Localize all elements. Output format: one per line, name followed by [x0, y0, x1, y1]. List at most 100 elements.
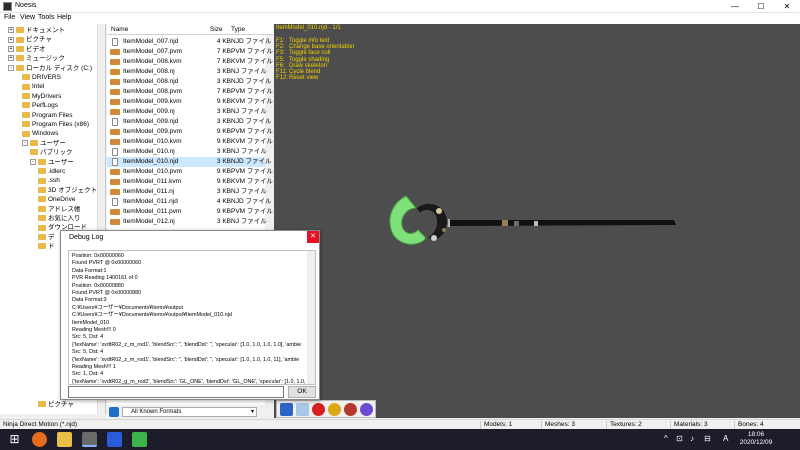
expand-toggle-icon[interactable]: -: [30, 158, 36, 165]
ime-indicator[interactable]: A: [723, 434, 728, 443]
help-key: F6:: [276, 62, 285, 69]
tree-item[interactable]: MyDrivers: [22, 92, 61, 101]
3d-viewport[interactable]: ItemModel_010.njd - 1/1 F1: Toggle info t…: [274, 24, 800, 418]
tree-item[interactable]: - ローカル ディスク (C:): [8, 64, 92, 73]
expand-toggle-icon[interactable]: -: [22, 140, 28, 147]
tree-item[interactable]: デ: [38, 233, 55, 242]
tree-item[interactable]: - ユーザー: [22, 139, 66, 148]
file-row[interactable]: ItemModel_011.njd 4 KB NJD ファイル: [107, 197, 271, 207]
close-button[interactable]: ✕: [774, 0, 800, 13]
file-row[interactable]: ItemModel_011.pvm 9 KB PVM ファイル: [107, 207, 273, 217]
explorer-icon[interactable]: [57, 432, 72, 447]
file-row[interactable]: ItemModel_008.pvm 7 KB PVM ファイル: [107, 87, 273, 97]
tree-item[interactable]: お気に入り: [38, 214, 81, 223]
column-type[interactable]: Type: [231, 26, 245, 33]
globe-icon[interactable]: [360, 403, 373, 416]
file-row[interactable]: ItemModel_010.pvm 9 KB PVM ファイル: [107, 167, 273, 177]
minimize-button[interactable]: —: [722, 0, 748, 13]
file-type: PVM ファイル: [231, 168, 273, 175]
file-row[interactable]: ItemModel_008.kvm 7 KB KVM ファイル: [107, 57, 273, 67]
info-icon[interactable]: [280, 403, 293, 416]
file-name: ItemModel_010.njd: [123, 158, 179, 165]
package-file-icon: [110, 209, 120, 215]
expand-toggle-icon[interactable]: +: [8, 36, 14, 43]
menu-help[interactable]: Help: [57, 14, 71, 21]
package-file-icon: [110, 219, 120, 225]
red-sphere-icon[interactable]: [312, 403, 325, 416]
column-size[interactable]: Size: [210, 26, 223, 33]
tree-item[interactable]: PerfLogs: [22, 101, 58, 110]
menu-view[interactable]: View: [20, 14, 35, 21]
clock-date: 2020/12/09: [739, 439, 773, 446]
tree-item[interactable]: OneDrive: [38, 195, 75, 204]
tree-item[interactable]: DRIVERS: [22, 73, 61, 82]
expand-toggle-icon[interactable]: -: [8, 64, 14, 71]
menu-tools[interactable]: Tools: [38, 14, 54, 21]
noesis-taskbar-icon[interactable]: [82, 432, 97, 447]
tree-item[interactable]: アドレス帳: [38, 205, 81, 214]
file-row[interactable]: ItemModel_011.kvm 9 KB KVM ファイル: [107, 177, 273, 187]
tree-item[interactable]: パブリック: [30, 148, 73, 157]
file-icon: [112, 38, 118, 46]
debug-command-input[interactable]: [68, 386, 284, 398]
editor-taskbar-icon[interactable]: [132, 432, 147, 447]
file-row[interactable]: ItemModel_009.njd 3 KB NJD ファイル: [107, 117, 271, 127]
tree-item[interactable]: ピクチャ: [38, 400, 74, 409]
file-row[interactable]: ItemModel_007.njd 4 KB NJD ファイル: [107, 37, 271, 47]
tray-volume-icon[interactable]: ♪: [690, 434, 694, 443]
file-row[interactable]: ItemModel_009.kvm 9 KB KVM ファイル: [107, 97, 273, 107]
tree-item[interactable]: Intel: [22, 82, 44, 91]
file-row[interactable]: ItemModel_011.nj 3 KB NJ ファイル: [107, 187, 267, 197]
file-size: 3 KB: [216, 68, 231, 75]
tree-item[interactable]: 3D オブジェクト: [38, 186, 97, 195]
ok-button[interactable]: OK: [288, 386, 316, 398]
tray-network-icon[interactable]: ⊟: [704, 434, 711, 443]
start-icon[interactable]: ⊞: [7, 432, 22, 447]
file-row[interactable]: ItemModel_012.nj 3 KB NJ ファイル: [107, 217, 267, 227]
tree-item[interactable]: - ユーザー: [30, 158, 74, 167]
tree-item[interactable]: + ピクチャ: [8, 35, 52, 44]
file-row[interactable]: ItemModel_009.nj 3 KB NJ ファイル: [107, 107, 267, 117]
tree-item[interactable]: Program Files: [22, 111, 72, 120]
file-row[interactable]: ItemModel_010.kvm 9 KB KVM ファイル: [107, 137, 273, 147]
dialog-title-bar[interactable]: Debug Log ✕: [61, 231, 319, 245]
tree-item[interactable]: .ssh: [38, 176, 60, 185]
expand-toggle-icon[interactable]: +: [8, 27, 14, 34]
folder-icon: [22, 130, 30, 137]
file-name: ItemModel_011.njd: [123, 198, 178, 205]
menu-file[interactable]: File: [4, 14, 15, 21]
firefox-icon[interactable]: [32, 432, 47, 447]
tree-item[interactable]: .idlerc: [38, 167, 65, 176]
tree-item[interactable]: ド: [38, 242, 55, 251]
tray-monitor-icon[interactable]: ⊡: [676, 434, 683, 443]
stamp-icon[interactable]: [344, 403, 357, 416]
expand-toggle-icon[interactable]: +: [8, 55, 14, 62]
file-row[interactable]: ItemModel_009.pvm 9 KB PVM ファイル: [107, 127, 273, 137]
file-row[interactable]: ItemModel_007.pvm 7 KB PVM ファイル: [107, 47, 273, 57]
tree-item-label: Intel: [32, 83, 45, 91]
file-row[interactable]: ItemModel_010.nj 3 KB NJ ファイル: [107, 147, 267, 157]
log-scrollbar[interactable]: [307, 251, 315, 384]
maximize-button[interactable]: ☐: [748, 0, 774, 13]
debug-log-output[interactable]: Position: 0x00000060 Found PVRT @ 0x00000…: [68, 250, 316, 385]
tree-item[interactable]: + ミュージック: [8, 54, 65, 63]
column-name[interactable]: Name: [111, 26, 128, 33]
tray-chevron-icon[interactable]: ^: [664, 434, 668, 443]
tree-item-label: Windows: [32, 130, 59, 138]
chart-icon[interactable]: [296, 403, 309, 416]
format-select[interactable]: All Known Formats ▾: [122, 407, 257, 417]
tree-item-label: ミュージック: [26, 55, 65, 63]
tree-item[interactable]: Windows: [22, 129, 58, 138]
expand-toggle-icon[interactable]: +: [8, 46, 14, 53]
clock[interactable]: 18:06 2020/12/09: [736, 431, 776, 447]
tree-item[interactable]: + ドキュメント: [8, 26, 65, 35]
file-row[interactable]: ItemModel_008.nj 3 KB NJ ファイル: [107, 67, 267, 77]
app-taskbar-icon[interactable]: [107, 432, 122, 447]
tree-item[interactable]: Program Files (x86): [22, 120, 89, 129]
file-row[interactable]: ItemModel_008.njd 3 KB NJD ファイル: [107, 77, 271, 87]
dialog-close-button[interactable]: ✕: [307, 231, 319, 243]
gold-sphere-icon[interactable]: [328, 403, 341, 416]
file-row[interactable]: ItemModel_010.njd 3 KB NJD ファイル: [107, 157, 271, 167]
tree-item[interactable]: + ビデオ: [8, 45, 46, 54]
file-size: 3 KB: [216, 148, 231, 155]
